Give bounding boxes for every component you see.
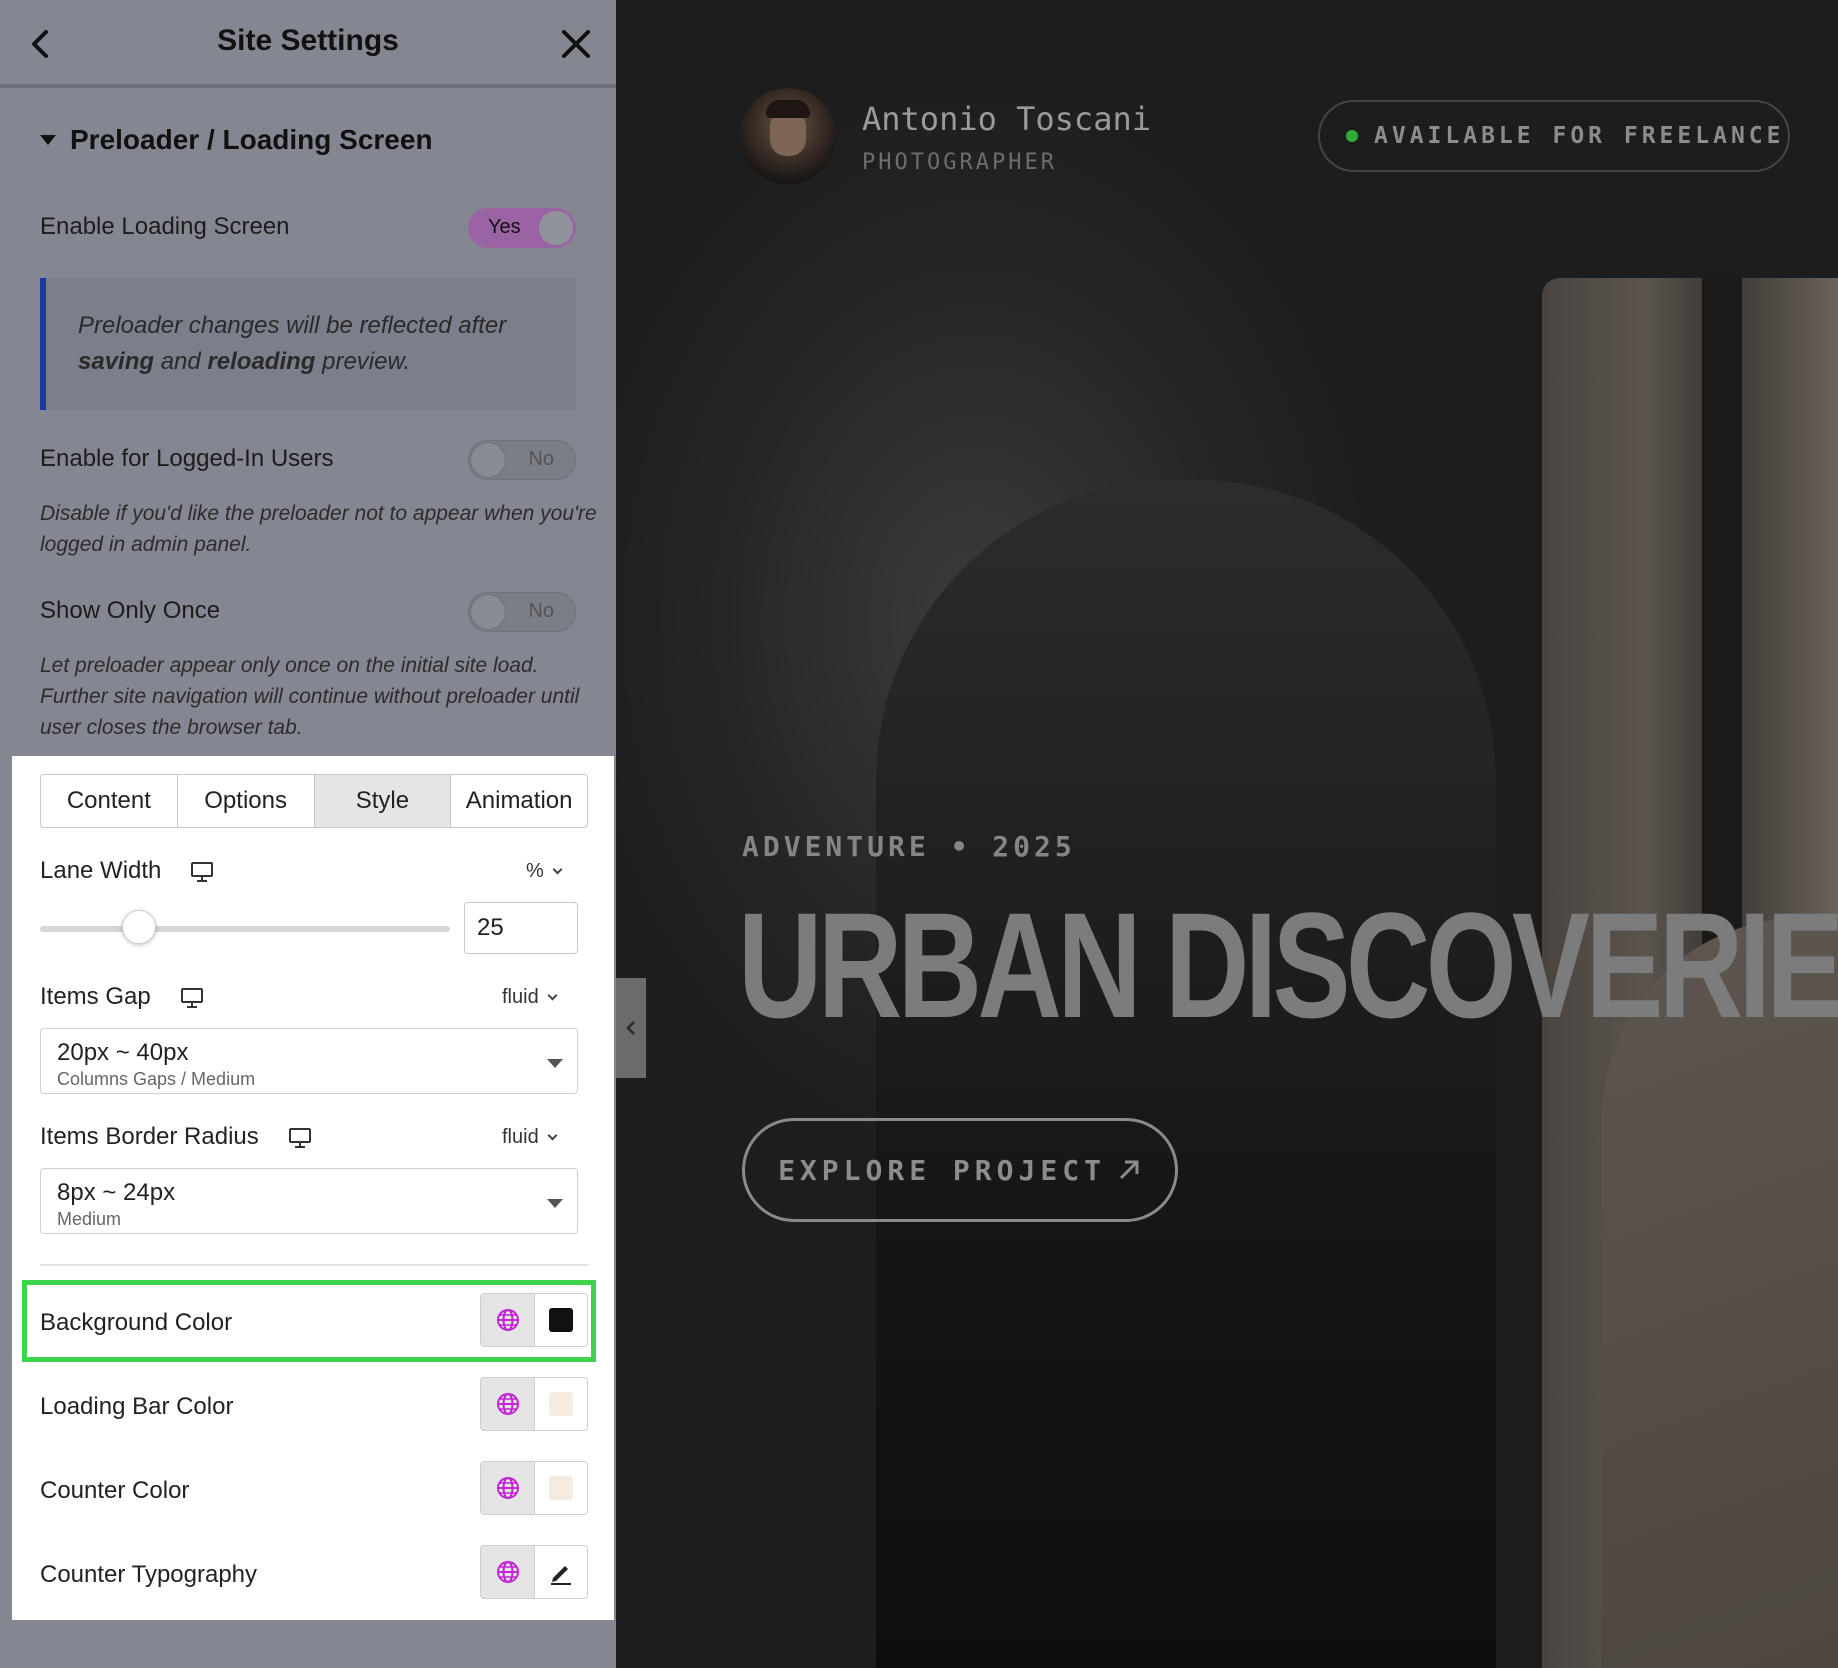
show-once-label: Show Only Once bbox=[40, 597, 221, 624]
avatar bbox=[740, 88, 836, 184]
caret-down-icon bbox=[40, 135, 56, 145]
tab-bar: Content Options Style Animation bbox=[40, 774, 588, 828]
color-swatch bbox=[549, 1476, 573, 1500]
caret-down-icon bbox=[547, 1059, 563, 1068]
bar-color-control[interactable] bbox=[480, 1377, 588, 1431]
toggle-knob bbox=[539, 211, 573, 245]
counter-color-label: Counter Color bbox=[40, 1477, 189, 1505]
availability-text: AVAILABLE FOR FREELANCE bbox=[1374, 123, 1785, 149]
color-swatch-button[interactable] bbox=[535, 1378, 587, 1430]
show-once-toggle[interactable]: No bbox=[468, 592, 576, 632]
chevron-down-icon bbox=[547, 990, 558, 1001]
collapse-panel-button[interactable] bbox=[616, 978, 646, 1078]
availability-badge[interactable]: AVAILABLE FOR FREELANCE bbox=[1318, 100, 1790, 172]
monitor-icon[interactable] bbox=[288, 1127, 311, 1148]
notice-text: Preloader changes will be reflected afte… bbox=[78, 312, 507, 339]
control-label: Items Gap bbox=[40, 983, 151, 1010]
monitor-icon[interactable] bbox=[180, 987, 203, 1008]
unit-label: fluid bbox=[502, 986, 539, 1008]
tab-content[interactable]: Content bbox=[41, 775, 178, 827]
enable-loading-toggle[interactable]: Yes bbox=[468, 208, 576, 248]
control-label: Loading Bar Color bbox=[40, 1393, 234, 1420]
logged-in-help: Disable if you'd like the preloader not … bbox=[40, 502, 597, 556]
chevron-down-icon bbox=[547, 1130, 558, 1141]
unit-label: % bbox=[526, 860, 544, 882]
divider bbox=[40, 1264, 588, 1266]
unit-selector[interactable]: % bbox=[526, 860, 563, 883]
control-label: Counter Color bbox=[40, 1477, 190, 1504]
arrow-up-right-icon bbox=[1119, 1160, 1139, 1180]
counter-color-control[interactable] bbox=[480, 1461, 588, 1515]
status-dot bbox=[1346, 130, 1358, 142]
logged-in-toggle[interactable]: No bbox=[468, 440, 576, 480]
toggle-state: Yes bbox=[488, 216, 521, 238]
caret-down-icon bbox=[547, 1199, 563, 1208]
counter-typo-control[interactable] bbox=[480, 1545, 588, 1599]
toggle-knob bbox=[471, 595, 505, 629]
background-photo-figure bbox=[876, 480, 1496, 1668]
notice-bold-reloading: reloading bbox=[207, 348, 316, 375]
tab-animation[interactable]: Animation bbox=[451, 775, 587, 827]
avatar-hair bbox=[766, 100, 810, 118]
notice-text: preview. bbox=[315, 348, 411, 375]
photographer-role: PHOTOGRAPHER bbox=[862, 150, 1057, 175]
lane-width-input[interactable] bbox=[464, 902, 578, 954]
unit-selector[interactable]: fluid bbox=[502, 986, 558, 1009]
chevron-left-icon bbox=[626, 1021, 635, 1035]
globe-icon[interactable] bbox=[481, 1378, 535, 1430]
lane-width-label: Lane Width bbox=[40, 857, 214, 885]
color-swatch-button[interactable] bbox=[535, 1462, 587, 1514]
site-preview: Antonio Toscani PHOTOGRAPHER AVAILABLE F… bbox=[616, 0, 1838, 1668]
chevron-down-icon bbox=[552, 864, 563, 875]
notice-bold-saving: saving bbox=[78, 348, 155, 375]
globe-icon[interactable] bbox=[481, 1546, 535, 1598]
select-value: 8px ~ 24px bbox=[57, 1179, 176, 1206]
panel-title: Site Settings bbox=[217, 24, 399, 57]
items-gap-select[interactable]: 20px ~ 40px Columns Gaps / Medium bbox=[40, 1028, 578, 1094]
unit-selector[interactable]: fluid bbox=[502, 1126, 558, 1149]
toggle-state: No bbox=[528, 448, 554, 470]
control-label: Lane Width bbox=[40, 857, 162, 884]
tab-options[interactable]: Options bbox=[178, 775, 315, 827]
items-gap-label: Items Gap bbox=[40, 983, 203, 1011]
toggle-knob bbox=[471, 443, 505, 477]
logged-in-label: Enable for Logged-In Users bbox=[40, 445, 334, 472]
preloader-notice: Preloader changes will be reflected afte… bbox=[40, 278, 576, 410]
style-card: Content Options Style Animation Lane Wid… bbox=[12, 756, 614, 1620]
project-headline: URBAN DISCOVERIES bbox=[738, 881, 1838, 1049]
slider-handle[interactable] bbox=[122, 910, 156, 944]
monitor-icon[interactable] bbox=[191, 861, 214, 882]
photographer-name: Antonio Toscani bbox=[862, 100, 1151, 138]
items-radius-label: Items Border Radius bbox=[40, 1123, 311, 1151]
panel-header: Site Settings bbox=[0, 0, 616, 88]
toggle-state: No bbox=[528, 600, 554, 622]
unit-label: fluid bbox=[502, 1126, 539, 1148]
tab-style[interactable]: Style bbox=[314, 775, 452, 827]
button-label: EXPLORE PROJECT bbox=[778, 1153, 1106, 1187]
pencil-icon[interactable] bbox=[535, 1546, 587, 1598]
lane-width-slider[interactable] bbox=[40, 926, 450, 932]
control-label: Counter Typography bbox=[40, 1561, 258, 1588]
show-once-help: Let preloader appear only once on the in… bbox=[40, 654, 580, 739]
counter-typo-label: Counter Typography bbox=[40, 1561, 257, 1589]
notice-text: and bbox=[154, 348, 208, 375]
close-icon[interactable] bbox=[556, 22, 596, 66]
enable-loading-label: Enable Loading Screen bbox=[40, 213, 290, 240]
project-eyebrow: ADVENTURE • 2025 bbox=[742, 830, 1076, 863]
control-label: Items Border Radius bbox=[40, 1123, 259, 1150]
photo-detail bbox=[1702, 278, 1742, 978]
highlight-frame bbox=[22, 1280, 596, 1362]
section-toggle-preloader[interactable]: Preloader / Loading Screen bbox=[40, 124, 433, 156]
bar-color-label: Loading Bar Color bbox=[40, 1393, 233, 1421]
color-swatch bbox=[549, 1392, 573, 1416]
explore-project-button[interactable]: EXPLORE PROJECT bbox=[742, 1118, 1178, 1222]
items-radius-select[interactable]: 8px ~ 24px Medium bbox=[40, 1168, 578, 1234]
select-subtext: Columns Gaps / Medium bbox=[57, 1069, 256, 1089]
select-subtext: Medium bbox=[57, 1209, 122, 1229]
section-title: Preloader / Loading Screen bbox=[70, 124, 433, 155]
globe-icon[interactable] bbox=[481, 1462, 535, 1514]
select-value: 20px ~ 40px bbox=[57, 1039, 189, 1066]
